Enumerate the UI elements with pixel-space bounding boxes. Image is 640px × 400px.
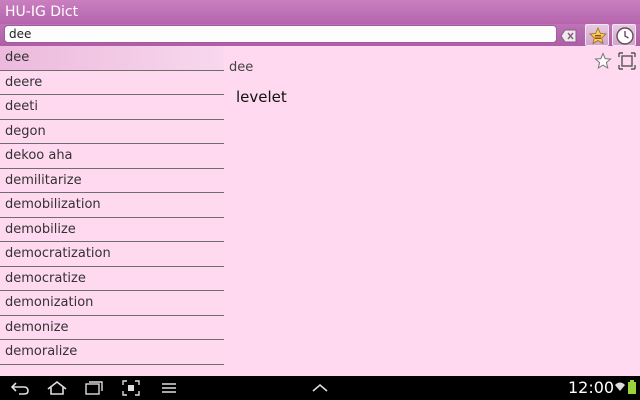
- fullscreen-button[interactable]: [618, 52, 636, 70]
- word-list-item[interactable]: demoralize: [0, 340, 224, 365]
- word-list-item[interactable]: deere: [0, 71, 224, 95]
- expand-icon: [618, 52, 636, 70]
- word-list-item[interactable]: demobilization: [0, 193, 224, 218]
- search-bar: [0, 24, 640, 46]
- backspace-icon: [560, 29, 577, 43]
- back-icon[interactable]: [10, 380, 30, 396]
- word-list-item[interactable]: democratization: [0, 242, 224, 267]
- detail-panel: dee levelet: [224, 46, 640, 376]
- wifi-icon: [615, 382, 625, 391]
- favorites-button[interactable]: [585, 24, 609, 46]
- clear-search-button[interactable]: [560, 28, 578, 43]
- home-icon[interactable]: [46, 380, 68, 396]
- word-list-item[interactable]: dee: [0, 46, 224, 71]
- add-favorite-button[interactable]: [594, 52, 612, 70]
- word-list: dee deere deeti degon dekoo aha demilitarize d…: [0, 46, 224, 376]
- recent-apps-icon[interactable]: [84, 380, 104, 396]
- status-clock: 12:00: [568, 378, 615, 397]
- word-list-item[interactable]: deeti: [0, 95, 224, 120]
- app-title: HU-IG Dict: [5, 4, 79, 20]
- system-nav-bar: 12:00: [0, 376, 640, 400]
- star-outline-icon: [594, 52, 612, 70]
- word-list-item[interactable]: demonize: [0, 316, 224, 340]
- app-title-bar: HU-IG Dict: [0, 0, 640, 24]
- word-list-item[interactable]: democratize: [0, 267, 224, 291]
- word-list-item[interactable]: demonization: [0, 291, 224, 316]
- detail-word: dee: [229, 60, 254, 75]
- chevron-up-icon[interactable]: [310, 380, 330, 396]
- history-button[interactable]: [612, 24, 636, 46]
- star-list-icon: [589, 26, 607, 45]
- screenshot-icon[interactable]: [122, 380, 140, 396]
- word-list-item[interactable]: demilitarize: [0, 169, 224, 193]
- word-list-item[interactable]: degon: [0, 120, 224, 144]
- clock-icon: [616, 27, 634, 45]
- word-list-item[interactable]: dekoo aha: [0, 144, 224, 169]
- search-input[interactable]: [4, 25, 557, 43]
- detail-meaning: levelet: [236, 88, 287, 106]
- battery-icon: [628, 380, 636, 394]
- word-list-item[interactable]: demobilize: [0, 218, 224, 242]
- menu-icon[interactable]: [160, 380, 178, 396]
